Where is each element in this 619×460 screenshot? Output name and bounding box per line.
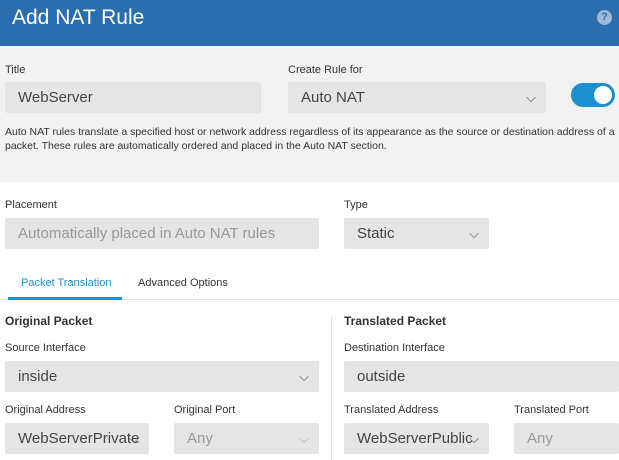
dialog-title: Add NAT Rule <box>12 6 145 29</box>
type-value: Static <box>357 225 395 242</box>
placement-input: Automatically placed in Auto NAT rules <box>5 218 319 249</box>
create-rule-label: Create Rule for <box>288 64 363 76</box>
original-packet-heading: Original Packet <box>5 314 93 328</box>
title-label: Title <box>5 64 26 76</box>
toggle-knob <box>594 86 612 104</box>
original-address-select[interactable]: WebServerPrivate ⌵ <box>5 423 149 454</box>
chevron-down-icon: ⌵ <box>526 90 536 105</box>
original-address-label: Original Address <box>5 404 86 416</box>
auto-nat-description: Auto NAT rules translate a specified hos… <box>5 126 615 152</box>
source-interface-value: inside <box>18 368 58 385</box>
active-tab-indicator <box>8 297 122 300</box>
destination-interface-value: outside <box>357 368 406 385</box>
tab-packet-translation[interactable]: Packet Translation <box>21 277 112 289</box>
translated-port-value: Any <box>527 430 553 447</box>
tab-advanced-options[interactable]: Advanced Options <box>138 277 228 289</box>
translated-port-label: Translated Port <box>514 404 589 416</box>
translated-packet-heading: Translated Packet <box>344 314 447 328</box>
dialog-header: Add NAT Rule ? <box>0 0 619 46</box>
chevron-down-icon: ⌵ <box>469 431 479 446</box>
original-port-select: Any ⌵ <box>174 423 319 454</box>
original-address-value: WebServerPrivate <box>18 430 140 447</box>
translated-address-label: Translated Address <box>344 404 439 416</box>
destination-interface-select[interactable]: outside <box>344 361 619 392</box>
create-rule-value: Auto NAT <box>301 89 365 106</box>
source-interface-select[interactable]: inside ⌵ <box>5 361 319 392</box>
original-port-label: Original Port <box>174 404 236 416</box>
translated-port-select: Any <box>514 423 619 454</box>
create-rule-select[interactable]: Auto NAT ⌵ <box>288 82 546 113</box>
translated-address-select[interactable]: WebServerPublic ⌵ <box>344 423 489 454</box>
destination-interface-label: Destination Interface <box>344 342 445 354</box>
placement-label: Placement <box>5 199 57 211</box>
rule-enabled-toggle[interactable] <box>571 83 615 107</box>
translated-address-value: WebServerPublic <box>357 430 473 447</box>
title-input[interactable]: WebServer <box>5 82 261 113</box>
chevron-down-icon: ⌵ <box>129 431 139 446</box>
chevron-down-icon: ⌵ <box>299 369 309 384</box>
chevron-down-icon: ⌵ <box>299 431 309 446</box>
original-port-value: Any <box>187 430 213 447</box>
help-icon[interactable]: ? <box>597 10 612 25</box>
type-select[interactable]: Static ⌵ <box>344 218 489 249</box>
chevron-down-icon: ⌵ <box>469 226 479 241</box>
tab-bar: Packet Translation Advanced Options <box>0 270 619 300</box>
type-label: Type <box>344 199 368 211</box>
packet-divider <box>331 316 332 460</box>
source-interface-label: Source Interface <box>5 342 86 354</box>
